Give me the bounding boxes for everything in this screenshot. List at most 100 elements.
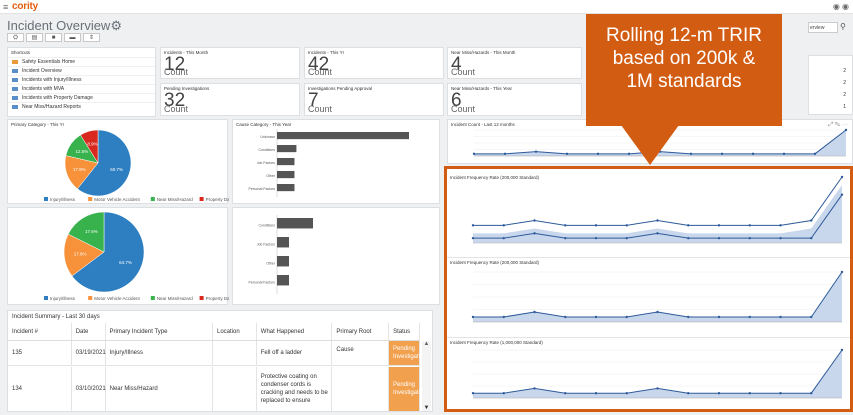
shortcut-item[interactable]: Safety Essentials Home [8,57,155,66]
legend-swatch [150,296,155,300]
kpi-unit: Count [451,104,476,114]
data-point [533,310,536,314]
bar [277,184,295,192]
table-scrollbar[interactable]: ▲ ▼ [422,341,431,411]
data-point [720,152,724,156]
mini-table-value: 2 [843,92,846,98]
data-point [533,387,536,390]
bar [277,171,295,179]
data-point [533,232,536,235]
data-point [564,315,567,319]
data-point [840,175,844,179]
data-point [503,152,507,156]
cell-incident-id: 135 [8,341,72,365]
kpi-card[interactable]: Incidents - This Month 12 Count [160,47,300,79]
data-point [751,152,755,156]
cell-root-cause [332,341,389,365]
column-header[interactable]: Primary Root Cause [332,323,390,353]
legend-label: Near Miss/Hazard [157,296,194,301]
kpi-title: Near Miss/Hazards - This Year [451,86,512,91]
bar [277,132,409,140]
legend-swatch [44,197,48,201]
data-point [840,348,844,352]
toolbar-button-expand[interactable]: ⇕ [83,33,100,42]
home-icon [12,60,18,64]
kpi-card[interactable]: Near Miss/Hazards - This Year 6 Count [447,83,582,116]
toolbar-button-filter[interactable]: ▬ [64,33,81,42]
tick-label: Job Factors [257,243,276,247]
data-point [717,224,721,227]
hamburger-icon[interactable]: ≡ [3,2,8,12]
callout-line: 1M standards [626,71,742,92]
callout-arrow [621,125,679,165]
column-header[interactable]: Incident # [8,323,72,340]
column-header[interactable]: Location [213,323,257,340]
list-icon [12,78,18,82]
shortcut-item[interactable]: Incidents with MVA [8,84,155,93]
kpi-card[interactable]: Incidents - This Yr 42 Count [304,47,444,79]
kpi-unit: Count [308,67,333,77]
logo[interactable]: cority [12,1,38,12]
bar-chart: Unknown Conditions Job Factors Other Persona… [249,129,409,197]
legend-label: Near Miss/Hazard [157,197,194,202]
data-point [779,236,782,240]
scroll-up-icon[interactable]: ▲ [422,341,431,347]
scroll-down-icon[interactable]: ▼ [422,405,431,411]
pie-chart: 60.7% 17.9% 12.5% 8.9% Injury/Illness Motor V… [44,129,241,202]
shortcuts-card: Shortcuts Safety Essentials Home Inciden… [7,47,156,117]
table-row[interactable]: 135 03/19/2021 Injury/Illness Fell off a… [8,341,427,366]
data-point [810,236,813,240]
column-header[interactable]: Date [72,323,106,340]
cause-category-chart-2: Conditions Job Factors Other Personal Facto… [232,207,440,305]
shortcut-label: Safety Essentials Home [22,58,76,65]
kpi-card[interactable]: Pending Investigations 32 Count [160,83,300,116]
search-input[interactable]: erview [808,22,838,33]
data-point [625,224,628,227]
incident-summary-table: Incident Summary - Last 30 days Incident… [7,310,433,412]
data-label: 17.6% [85,229,98,234]
data-point [502,224,505,227]
search-icon[interactable]: ⚲ [840,22,846,31]
chart-tools-icon[interactable]: ⤢ ✎ ⋯ [828,122,848,129]
shortcut-item[interactable]: Near Miss/Hazard Reports [8,102,155,111]
data-point [717,392,721,395]
status-badge: Pending Investigation [389,367,427,411]
column-header[interactable]: What Happened [257,323,333,340]
toolbar-button-settings[interactable]: ⛭ [7,33,24,42]
data-point [840,193,844,196]
kpi-card[interactable]: Near Miss/Hazards - This Month 4 Count [447,47,582,79]
tick-label: Unknown [260,135,275,139]
data-point [472,152,476,156]
table-title: Incident Summary - Last 30 days [12,314,100,320]
user-icons[interactable]: ◉ ◉ [833,2,849,11]
mini-table-value: 2 [843,68,846,74]
shortcut-item[interactable]: Incidents with Property Damage [8,93,155,102]
shortcut-item[interactable]: Incidents with Injury/Illness [8,75,155,84]
data-point [471,315,475,319]
data-point [502,236,505,240]
column-header[interactable]: Primary Incident Type [106,323,213,340]
cell-what-happened: Protective coating on condenser cords is… [257,367,333,411]
shortcut-item[interactable]: Incident Overview [8,66,155,75]
data-point [717,315,721,319]
data-label: 17.9% [73,167,86,172]
data-point [779,315,782,319]
data-point [656,219,659,222]
data-point [810,392,813,395]
cell-location [213,367,257,411]
data-point [594,392,598,395]
ifr-200k-chart-2: Incident Frequency Rate (200,000 Standar… [447,257,850,332]
kpi-unit: Count [164,67,189,77]
toolbar-button-save[interactable]: ▤ [26,33,43,42]
column-header[interactable]: Status [389,323,420,340]
data-point [625,236,628,240]
tick-label: Personal Factors [249,281,276,285]
kpi-card[interactable]: Investigations Pending Approval 7 Count [304,83,444,116]
toolbar-button-stop[interactable]: ■ [45,33,62,42]
shortcut-label: Incidents with Property Damage [22,94,93,101]
tick-label: Other [266,262,276,266]
table-row[interactable]: 134 03/10/2021 Near Miss/Hazard Protecti… [8,367,427,411]
settings-icon[interactable]: ⚙ [110,18,122,33]
pie-chart: 64.7% 17.6% 17.6% Injury/Illness Motor Vehic… [44,211,241,301]
bar [277,237,289,248]
